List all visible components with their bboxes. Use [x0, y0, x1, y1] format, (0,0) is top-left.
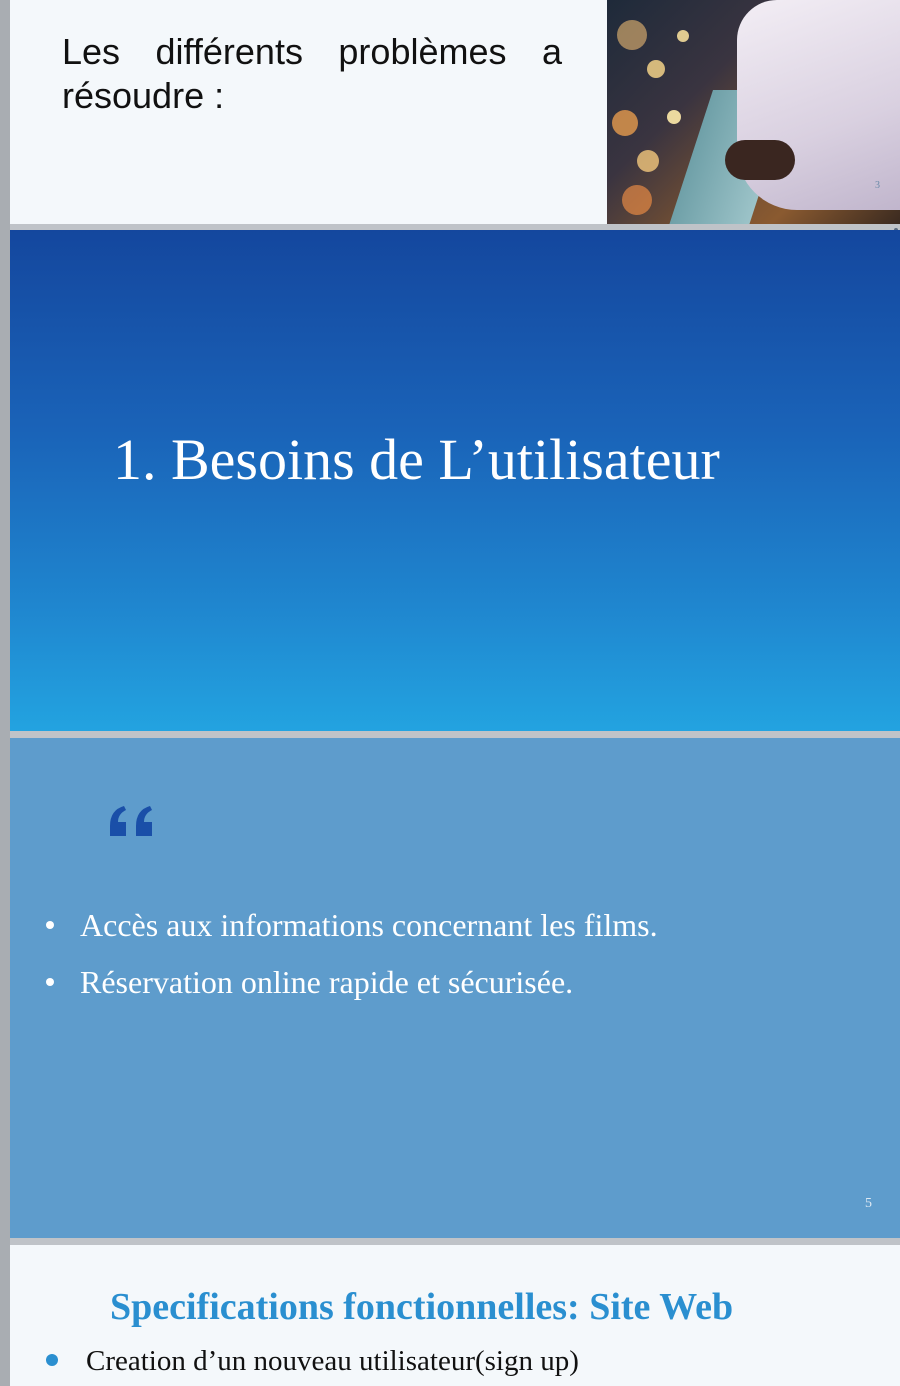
list-item-text: Creation d’un nouveau utilisateur(sign u… — [86, 1345, 579, 1377]
list-item: Accès aux informations concernant les fi… — [40, 908, 658, 942]
page-number: 5 — [865, 1196, 872, 1211]
slide-1-photo: 3 — [607, 0, 900, 224]
requirements-list: Accès aux informations concernant les fi… — [40, 908, 658, 1022]
scrollbar-track[interactable] — [0, 0, 10, 1386]
slide-4: Specifications fonctionnelles: Site Web … — [10, 1245, 900, 1386]
bullet-icon — [46, 1354, 58, 1367]
slide-2: 1. Besoins de L’utilisateur — [10, 230, 900, 731]
quote-icon — [110, 806, 152, 836]
list-item: Réservation online rapide et sécurisée. — [40, 965, 658, 999]
photo-page-number: 3 — [875, 180, 880, 191]
bullet-icon — [46, 978, 54, 986]
list-item-text: Accès aux informations concernant les fi… — [80, 907, 658, 943]
list-item-text: Réservation online rapide et sécurisée. — [80, 964, 574, 1000]
slide-1: Les différents problèmes a résoudre : 3 — [10, 0, 900, 224]
bullet-icon — [46, 921, 54, 929]
list-item: Creation d’un nouveau utilisateur(sign u… — [46, 1345, 579, 1378]
slide-3: Accès aux informations concernant les fi… — [10, 738, 900, 1238]
section-title: 1. Besoins de L’utilisateur — [113, 427, 720, 492]
slide-1-heading: Les différents problèmes a résoudre : — [62, 31, 562, 116]
slide-4-title: Specifications fonctionnelles: Site Web — [110, 1286, 734, 1328]
